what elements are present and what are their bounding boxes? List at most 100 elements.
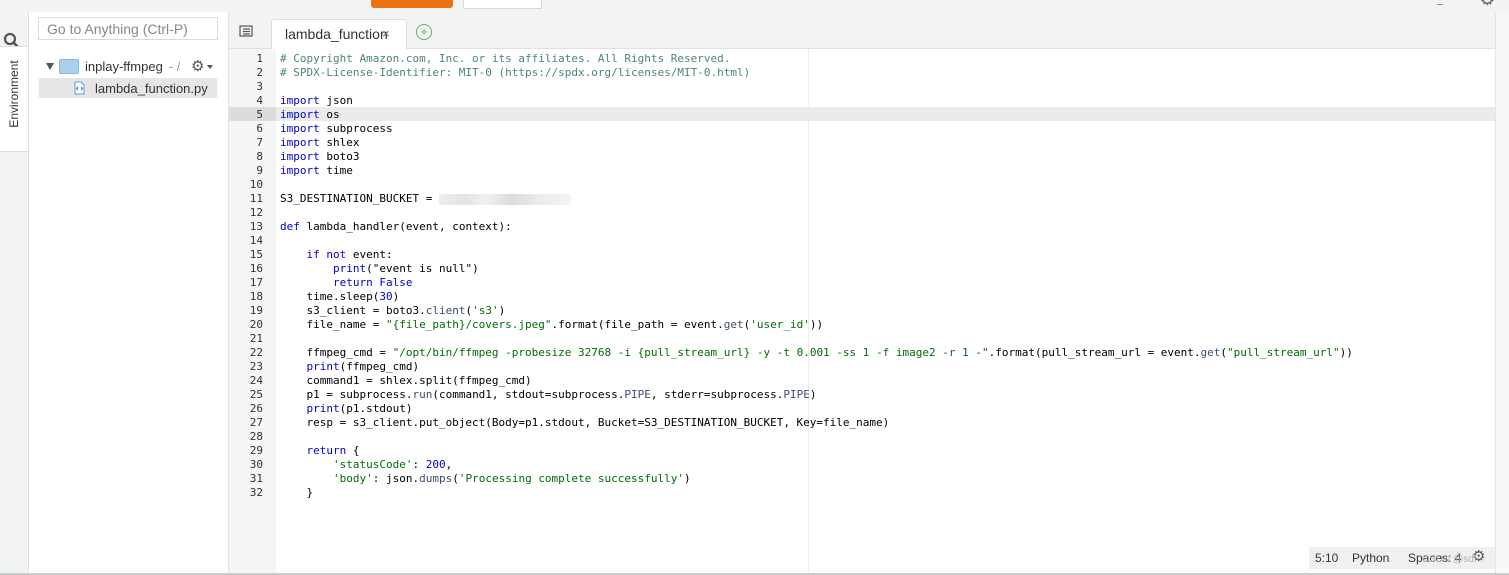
code-text: ,: [445, 458, 453, 471]
code-line: print(ffmpeg_cmd): [280, 360, 420, 374]
primary-action-button[interactable]: [371, 0, 453, 8]
keyword: False: [372, 276, 413, 289]
line-number: 19: [249, 304, 263, 317]
line-number: 2: [256, 66, 263, 79]
line-number: 1: [256, 52, 263, 65]
number: 200: [425, 458, 446, 471]
file-row-lambda-function[interactable]: lambda_function.py: [39, 78, 217, 98]
close-tab-icon[interactable]: ×: [382, 26, 390, 41]
line-number: 6: [256, 122, 263, 135]
keyword: import: [280, 94, 320, 107]
code-line: resp = s3_client.put_object(Body=p1.stdo…: [280, 416, 889, 430]
builtin: print: [306, 402, 340, 415]
code-line: def lambda_handler(event, context):: [280, 220, 512, 234]
keyword: def: [280, 220, 300, 233]
line-number: 4: [256, 94, 263, 107]
print-margin: [808, 49, 809, 573]
tab-label: lambda_function: [285, 26, 388, 42]
line-number: 31: [249, 472, 263, 485]
code-line: import time: [280, 164, 353, 178]
tab-list-menu-icon[interactable]: [239, 25, 253, 37]
keyword: not: [319, 248, 347, 261]
string: 'Processing complete successfully': [458, 472, 685, 485]
line-number: 20: [249, 318, 263, 331]
string: 'user_id': [750, 318, 810, 331]
add-tab-icon[interactable]: +: [416, 24, 432, 40]
builtin: print: [306, 360, 340, 373]
secondary-action-button[interactable]: [463, 0, 542, 9]
constant: PIPE: [783, 388, 810, 401]
preferences-gear-icon[interactable]: ⚙: [1480, 0, 1495, 8]
keyword: import: [280, 136, 320, 149]
code-line: # Copyright Amazon.com, Inc. or its affi…: [280, 52, 730, 66]
string: "/opt/bin/ffmpeg -probesize 32768 -i {pu…: [392, 346, 989, 359]
code-text: ffmpeg_cmd =: [280, 346, 393, 359]
function-name: get: [723, 318, 744, 331]
python-file-icon: [74, 81, 85, 95]
environment-file-panel: Go to Anything (Ctrl-P) inplay-ffmpeg - …: [29, 12, 229, 573]
keyword: import: [280, 150, 320, 163]
code-text: )): [809, 318, 824, 331]
line-number: 24: [249, 374, 263, 387]
line-number: 5: [256, 108, 263, 121]
line-number: 27: [249, 416, 263, 429]
line-number: 22: [249, 346, 263, 359]
code-line: if not event:: [280, 248, 393, 262]
code-text: event:: [346, 248, 393, 261]
line-number: 21: [249, 332, 263, 345]
tab-lambda-function[interactable]: lambda_function ×: [271, 19, 407, 49]
code-text: :: [412, 458, 426, 471]
vertical-scrollbar[interactable]: [1495, 12, 1509, 573]
settings-dropdown-caret-icon[interactable]: [207, 65, 213, 69]
line-number: 25: [249, 388, 263, 401]
line-number: 8: [256, 150, 263, 163]
code-line: import shlex: [280, 136, 360, 150]
string: 'body': [332, 472, 373, 485]
keyword: if: [306, 248, 320, 261]
cursor-position[interactable]: 5:10: [1315, 551, 1338, 565]
code-text: subprocess: [319, 122, 393, 135]
folder-expand-caret-icon[interactable]: [46, 62, 54, 70]
code-text: time.sleep(: [280, 290, 380, 303]
code-text: p1 = subprocess.: [280, 388, 413, 401]
code-text: )): [1339, 346, 1353, 359]
go-to-anything-input[interactable]: Go to Anything (Ctrl-P): [38, 17, 218, 40]
code-text: (: [452, 472, 459, 485]
line-number: 9: [256, 164, 263, 177]
keyword: return: [332, 276, 373, 289]
line-number: 17: [249, 276, 263, 289]
code-line: 'statusCode': 200,: [280, 458, 452, 472]
line-number: 32: [249, 486, 263, 499]
code-text: ): [498, 304, 506, 317]
function-name: run: [412, 388, 433, 401]
top-right-controls: ⚙: [1429, 0, 1509, 10]
left-tool-sidebar: Environment: [0, 12, 29, 573]
keyword: return: [306, 444, 347, 457]
environment-tab[interactable]: Environment: [0, 46, 28, 152]
code-line: command1 = shlex.split(ffmpeg_cmd): [280, 374, 531, 388]
code-text: (command1, stdout=subprocess.: [432, 388, 625, 401]
code-text: {: [346, 444, 360, 457]
language-mode[interactable]: Python: [1352, 551, 1389, 565]
folder-settings-gear-icon[interactable]: ⚙: [191, 57, 204, 75]
minimize-icon[interactable]: [1437, 0, 1443, 5]
code-text: file_name =: [280, 318, 386, 331]
line-number: 7: [256, 136, 263, 149]
number: 30: [379, 290, 393, 303]
code-text: shlex: [319, 136, 360, 149]
active-line-highlight: [229, 107, 1495, 121]
string: "pull_stream_url": [1227, 346, 1340, 359]
code-line: time.sleep(30): [280, 290, 399, 304]
code-line: return {: [280, 444, 360, 458]
code-line: file_name = "{file_path}/covers.jpeg".fo…: [280, 318, 823, 332]
code-text: ): [684, 472, 691, 485]
file-name: lambda_function.py: [95, 80, 208, 96]
code-text: : json.: [372, 472, 420, 485]
line-number: 10: [249, 178, 263, 191]
